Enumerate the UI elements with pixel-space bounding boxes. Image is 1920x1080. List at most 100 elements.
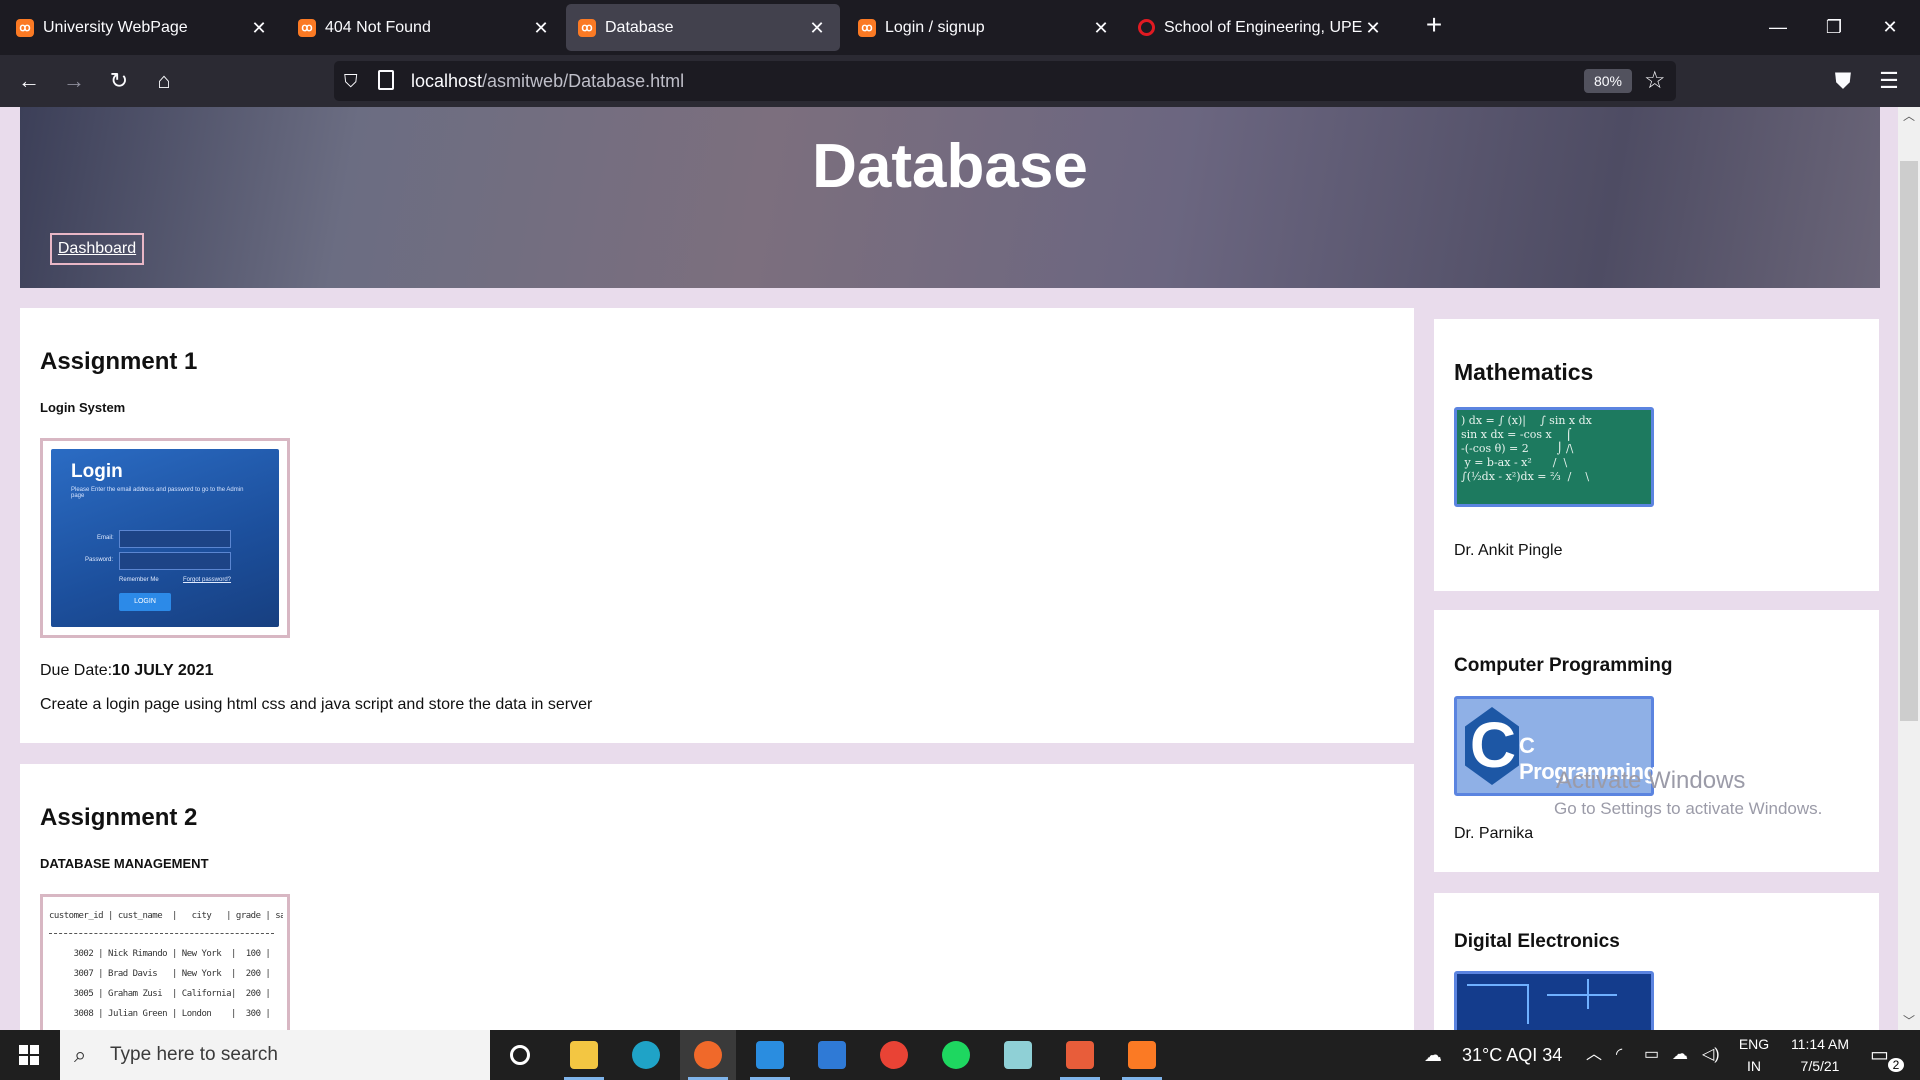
- tab-database[interactable]: ꝏ Database ✕: [566, 4, 840, 51]
- login-shot-email-box: [119, 530, 231, 548]
- edge-icon[interactable]: [618, 1030, 674, 1080]
- navigation-toolbar: ← → ↻ ⌂ ⛉ localhost/asmitweb/Database.ht…: [0, 55, 1920, 107]
- login-screenshot: Login Please Enter the email address and…: [51, 449, 279, 627]
- assignment-description: Create a login page using html css and j…: [40, 696, 593, 713]
- assignment-card: Assignment 1 Login System Login Please E…: [20, 308, 1414, 743]
- xampp-icon[interactable]: [1114, 1030, 1170, 1080]
- scrollbar-thumb[interactable]: [1900, 161, 1918, 721]
- onedrive-icon[interactable]: ☁: [1672, 1030, 1688, 1080]
- database-table-image[interactable]: customer_id | cust_name | city | grade |…: [40, 894, 290, 1030]
- home-icon[interactable]: ⌂: [147, 64, 181, 98]
- url-path: /asmitweb/Database.html: [482, 71, 685, 91]
- page-title: Database: [812, 132, 1088, 201]
- mail-icon[interactable]: [804, 1030, 860, 1080]
- xampp-favicon-icon: ꝏ: [578, 18, 596, 37]
- windows-start-icon[interactable]: [0, 1030, 60, 1080]
- battery-icon[interactable]: ▭: [1644, 1030, 1659, 1080]
- cortana-icon[interactable]: [492, 1030, 548, 1080]
- login-system-image[interactable]: Login Please Enter the email address and…: [40, 438, 290, 638]
- close-tab-icon[interactable]: ✕: [1362, 17, 1384, 39]
- url-text[interactable]: localhost/asmitweb/Database.html: [411, 71, 684, 92]
- tab-title: Database: [605, 18, 674, 36]
- clock-time[interactable]: 11:14 AM: [1780, 1036, 1860, 1052]
- xampp-favicon-icon: ꝏ: [16, 18, 34, 37]
- file-explorer-icon[interactable]: [556, 1030, 612, 1080]
- mathematics-image[interactable]: ) dx = ∫ (x)| ∫ sin x dx sin x dx = -cos…: [1454, 407, 1654, 507]
- digital-electronics-image[interactable]: [1454, 971, 1654, 1030]
- show-hidden-icons-icon[interactable]: ︿: [1586, 1030, 1602, 1080]
- restore-icon[interactable]: ❐: [1806, 0, 1862, 55]
- clock-date[interactable]: 7/5/21: [1780, 1058, 1860, 1074]
- close-tab-icon[interactable]: ✕: [530, 17, 552, 39]
- db-row: 3005 | Graham Zusi | California| 200 | 5…: [73, 989, 271, 999]
- spotify-icon[interactable]: [928, 1030, 984, 1080]
- activate-windows-title: Activate Windows: [1556, 767, 1746, 794]
- page-viewport: Database Dashboard Assignment 1 Login Sy…: [0, 107, 1920, 1030]
- db-row: 3008 | Julian Green | London | 300 | 500…: [73, 1009, 271, 1019]
- bookmark-star-icon[interactable]: ☆: [1644, 67, 1670, 95]
- login-shot-password-box: [119, 552, 231, 570]
- tab-title: School of Engineering, UPES De: [1164, 18, 1362, 36]
- tracking-shield-icon[interactable]: ⛉: [344, 70, 364, 92]
- tab-404-not-found[interactable]: ꝏ 404 Not Found ✕: [286, 4, 564, 51]
- login-shot-title: Login: [71, 461, 123, 482]
- page-info-icon[interactable]: [378, 70, 394, 90]
- close-tab-icon[interactable]: ✕: [248, 17, 270, 39]
- login-shot-email-label: Email:: [97, 535, 114, 541]
- subject-card: Digital Electronics: [1434, 893, 1879, 1030]
- zoom-level-badge[interactable]: 80%: [1584, 69, 1632, 93]
- tab-university-webpage[interactable]: ꝏ University WebPage ✕: [4, 4, 282, 51]
- assignment-card: Assignment 2 DATABASE MANAGEMENT custome…: [20, 764, 1414, 1030]
- tab-school-of-engineering[interactable]: School of Engineering, UPES De ✕: [1126, 4, 1396, 51]
- subject-card: Computer Programming C C Programming Dr.…: [1434, 610, 1879, 872]
- circuit-trace: [1547, 994, 1617, 996]
- due-date-label: Due Date:: [40, 662, 113, 679]
- pocket-icon[interactable]: ⛊: [1826, 64, 1860, 98]
- url-host: localhost: [411, 71, 483, 91]
- chrome-icon[interactable]: [866, 1030, 922, 1080]
- login-shot-password-label: Password:: [85, 557, 114, 563]
- address-bar[interactable]: ⛉ localhost/asmitweb/Database.html 80% ☆: [334, 61, 1676, 101]
- circuit-trace: [1587, 979, 1589, 1009]
- language-bottom[interactable]: IN: [1734, 1058, 1774, 1074]
- new-tab-icon[interactable]: +: [1418, 10, 1450, 42]
- tab-bar: ꝏ University WebPage ✕ ꝏ 404 Not Found ✕…: [0, 0, 1920, 55]
- language-top[interactable]: ENG: [1734, 1036, 1774, 1052]
- circuit-trace: [1527, 984, 1529, 1024]
- xampp-favicon-icon: ꝏ: [298, 18, 316, 37]
- upes-favicon-icon: [1138, 19, 1155, 36]
- wifi-icon[interactable]: ◜: [1616, 1030, 1622, 1080]
- minimize-icon[interactable]: —: [1750, 0, 1806, 55]
- due-date-line: Due Date:10 JULY 2021: [40, 662, 213, 680]
- circuit-trace: [1467, 984, 1527, 986]
- firefox-icon[interactable]: [680, 1030, 736, 1080]
- close-tab-icon[interactable]: ✕: [1090, 17, 1112, 39]
- subject-name: Mathematics: [1454, 359, 1594, 385]
- scroll-up-icon[interactable]: ︿: [1898, 107, 1920, 125]
- close-tab-icon[interactable]: ✕: [806, 17, 828, 39]
- search-icon: ⌕: [74, 1042, 87, 1067]
- close-window-icon[interactable]: ✕: [1862, 0, 1918, 55]
- dashboard-button[interactable]: Dashboard: [50, 233, 144, 265]
- login-shot-button: LOGIN: [119, 593, 171, 611]
- subject-name: Computer Programming: [1454, 655, 1673, 676]
- assignment-heading: Assignment 2: [40, 804, 198, 831]
- notes-app-icon[interactable]: [990, 1030, 1046, 1080]
- assignment-heading: Assignment 1: [40, 348, 198, 375]
- scroll-down-icon[interactable]: ﹀: [1898, 1012, 1920, 1030]
- assignment-subtitle: DATABASE MANAGEMENT: [40, 856, 209, 871]
- reload-icon[interactable]: ↻: [102, 64, 136, 98]
- snip-tool-icon[interactable]: [1052, 1030, 1108, 1080]
- notifications-icon[interactable]: ▭: [1870, 1030, 1889, 1080]
- login-shot-subtitle: Please Enter the email address and passw…: [71, 487, 244, 499]
- forward-icon[interactable]: →: [57, 64, 91, 98]
- back-icon[interactable]: ←: [12, 64, 46, 98]
- tab-login-signup[interactable]: ꝏ Login / signup ✕: [846, 4, 1124, 51]
- vscode-icon[interactable]: [742, 1030, 798, 1080]
- weather-icon[interactable]: ☁: [1424, 1030, 1442, 1080]
- taskbar-search-box[interactable]: ⌕ Type here to search: [60, 1030, 490, 1080]
- weather-text[interactable]: 31°C AQI 34: [1462, 1030, 1562, 1080]
- volume-icon[interactable]: ◁): [1702, 1030, 1720, 1080]
- menu-icon[interactable]: ☰: [1872, 64, 1906, 98]
- db-row: 3002 | Nick Rimando | New York | 100 | 5…: [73, 949, 271, 959]
